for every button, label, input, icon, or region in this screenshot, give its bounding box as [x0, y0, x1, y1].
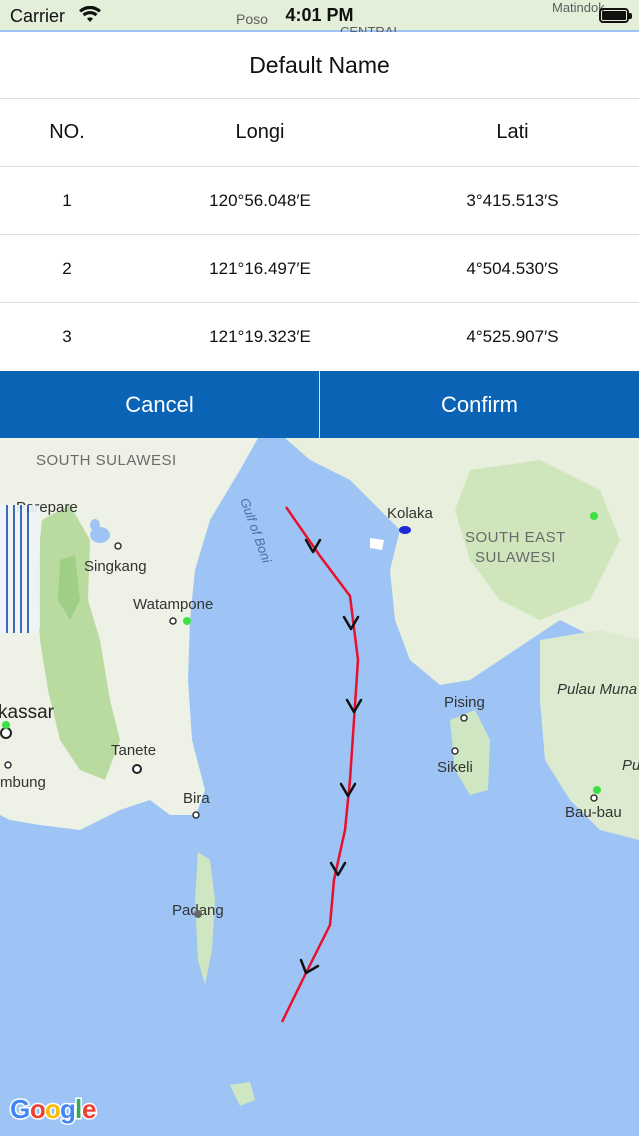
- waypoint-dialog: Default Name NO. Longi Lati 1 120°56.048…: [0, 32, 639, 438]
- svg-text:o: o: [30, 1094, 46, 1124]
- map-label-south-east: SOUTH EAST: [465, 529, 566, 546]
- map-label-tanete: Tanete: [111, 742, 156, 759]
- map-label-pulau-muna: Pulau Muna: [557, 681, 637, 698]
- cell-lati: 4°504.530′S: [466, 258, 559, 278]
- map-label-watampone: Watampone: [133, 596, 213, 613]
- map-label-sikeli: Sikeli: [437, 759, 473, 776]
- cell-no: 3: [62, 327, 72, 346]
- cell-longi: 121°19.323′E: [209, 327, 311, 346]
- table-row[interactable]: 2 121°16.497′E 4°504.530′S: [0, 235, 639, 303]
- dialog-title: Default Name: [0, 32, 639, 99]
- column-header-longi: Longi: [235, 121, 285, 143]
- table-row[interactable]: 1 120°56.048′E 3°415.513′S: [0, 167, 639, 235]
- dialog-button-bar: Cancel Confirm: [0, 371, 639, 438]
- map-label-pising: Pising: [444, 694, 485, 711]
- cancel-button[interactable]: Cancel: [0, 371, 319, 438]
- map-label-sulawesi: SULAWESI: [475, 549, 556, 566]
- cell-longi: 120°56.048′E: [209, 190, 311, 210]
- table-header: NO. Longi Lati: [0, 99, 639, 167]
- status-time: 4:01 PM: [285, 5, 354, 25]
- map-label-singkang: Singkang: [84, 558, 147, 575]
- svg-text:o: o: [45, 1094, 61, 1124]
- column-header-no: NO.: [49, 121, 85, 143]
- svg-text:g: g: [60, 1094, 76, 1124]
- map-label-bira: Bira: [183, 790, 210, 807]
- battery-icon: [599, 8, 632, 23]
- cell-no: 2: [62, 258, 72, 278]
- status-bar: Carrier 4:01 PM: [0, 0, 639, 32]
- cell-no: 1: [62, 190, 72, 210]
- map-label-bulukumba: mbung: [0, 774, 46, 791]
- map-label-south-sulawesi: SOUTH SULAWESI: [36, 452, 177, 469]
- waypoint-table: NO. Longi Lati 1 120°56.048′E 3°415.513′…: [0, 99, 639, 371]
- cell-lati: 3°415.513′S: [466, 190, 559, 210]
- map-label-kolaka: Kolaka: [387, 505, 434, 522]
- column-header-lati: Lati: [496, 121, 529, 143]
- cell-lati: 4°525.907′S: [466, 327, 559, 346]
- map-label-bau-bau: Bau-bau: [565, 804, 622, 821]
- svg-text:G: G: [10, 1094, 30, 1124]
- side-drawer-handle[interactable]: [0, 505, 40, 633]
- cell-longi: 121°16.497′E: [209, 258, 311, 278]
- table-row[interactable]: 3 121°19.323′E 4°525.907′S: [0, 303, 639, 371]
- map-label-makassar: kassar: [0, 702, 55, 723]
- svg-text:e: e: [82, 1094, 96, 1124]
- map-label-pu: Pu: [622, 757, 639, 774]
- confirm-button[interactable]: Confirm: [320, 371, 639, 438]
- google-logo: G o o g l e: [9, 1093, 98, 1126]
